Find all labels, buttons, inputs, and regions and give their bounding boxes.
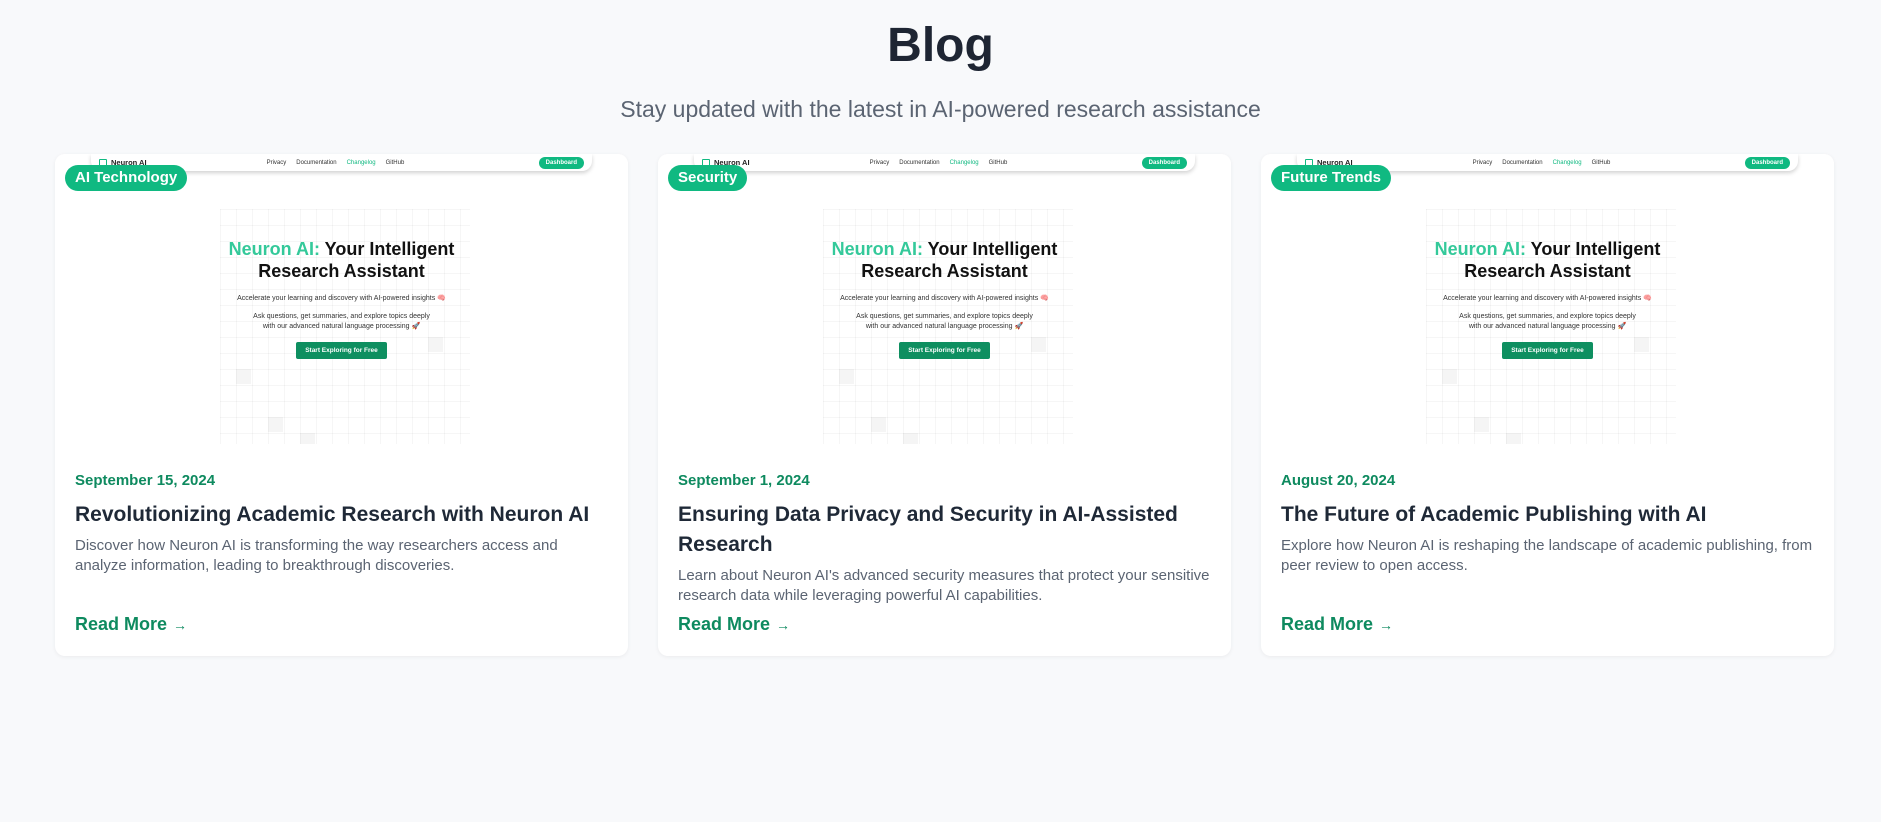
post-thumbnail[interactable]: Neuron AI Privacy Documentation Changelo… [658, 154, 1231, 444]
blog-post-card[interactable]: Neuron AI Privacy Documentation Changelo… [658, 154, 1231, 656]
thumbnail-cta-button: Start Exploring for Free [899, 342, 990, 359]
thumbnail-dashboard-button: Dashboard [1744, 156, 1790, 169]
post-excerpt: Discover how Neuron AI is transforming t… [75, 537, 558, 574]
thumbnail-hero-title: Neuron AI: Your Intelligent Research Ass… [1261, 238, 1834, 282]
thumbnail-hero-title-line2: Research Assistant [258, 261, 425, 281]
thumbnail-hero: Neuron AI: Your Intelligent Research Ass… [55, 238, 628, 359]
post-title[interactable]: The Future of Academic Publishing with A… [1281, 500, 1814, 530]
post-date: August 20, 2024 [1281, 472, 1396, 489]
post-thumbnail[interactable]: Neuron AI Privacy Documentation Changelo… [1261, 154, 1834, 444]
thumbnail-hero-description: Ask questions, get summaries, and explor… [253, 313, 430, 330]
thumbnail-cta-button: Start Exploring for Free [296, 342, 387, 359]
thumbnail-hero-title: Neuron AI: Your Intelligent Research Ass… [55, 238, 628, 282]
read-more-label: Read More [75, 614, 168, 634]
post-title[interactable]: Revolutionizing Academic Research with N… [75, 500, 608, 530]
thumbnail-hero-title-line2: Research Assistant [1464, 261, 1631, 281]
thumbnail-dashboard-button: Dashboard [538, 156, 584, 169]
thumbnail-hero-title-line1: Your Intelligent [324, 239, 455, 259]
arrow-right-icon: → [173, 616, 188, 633]
category-badge: Security [668, 165, 748, 191]
arrow-right-icon: → [1379, 616, 1394, 633]
thumbnail-nav-link: Changelog [1552, 159, 1582, 166]
thumbnail-hero-subtitle: Accelerate your learning and discovery w… [237, 295, 446, 302]
thumbnail-nav-link: GitHub [988, 159, 1008, 166]
post-thumbnail[interactable]: Neuron AI Privacy Documentation Changelo… [55, 154, 628, 444]
thumbnail-nav-links: Privacy Documentation Changelog GitHub [267, 160, 405, 166]
page-title: Blog [887, 19, 994, 72]
arrow-right-icon: → [776, 616, 791, 633]
read-more-link[interactable]: Read More → [678, 614, 790, 635]
thumbnail-dashboard-button: Dashboard [1141, 156, 1187, 169]
read-more-label: Read More [1281, 614, 1374, 634]
thumbnail-nav-link: Changelog [346, 159, 376, 166]
thumbnail-hero-title-line1: Your Intelligent [1530, 239, 1661, 259]
thumbnail-hero-accent: Neuron AI: [831, 239, 923, 259]
thumbnail-hero-title-line1: Your Intelligent [927, 239, 1058, 259]
category-badge: Future Trends [1271, 165, 1392, 191]
read-more-link[interactable]: Read More → [75, 614, 187, 635]
thumbnail-navbar: Neuron AI Privacy Documentation Changelo… [694, 154, 1195, 171]
thumbnail-cta-button: Start Exploring for Free [1502, 342, 1593, 359]
thumbnail-nav-link: Privacy [266, 159, 287, 166]
blog-post-card[interactable]: Neuron AI Privacy Documentation Changelo… [1261, 154, 1834, 656]
thumbnail-hero-title: Neuron AI: Your Intelligent Research Ass… [658, 238, 1231, 282]
thumbnail-hero-accent: Neuron AI: [228, 239, 320, 259]
blog-post-card[interactable]: Neuron AI Privacy Documentation Changelo… [55, 154, 628, 656]
thumbnail-nav-link: Documentation [296, 159, 337, 166]
thumbnail-nav-link: Documentation [899, 159, 940, 166]
thumbnail-nav-link: Changelog [949, 159, 979, 166]
post-date: September 15, 2024 [75, 472, 216, 489]
thumbnail-hero-description: Ask questions, get summaries, and explor… [856, 313, 1033, 330]
thumbnail-hero-description: Ask questions, get summaries, and explor… [1459, 313, 1636, 330]
thumbnail-hero-subtitle: Accelerate your learning and discovery w… [840, 295, 1049, 302]
thumbnail-nav-links: Privacy Documentation Changelog GitHub [870, 160, 1008, 166]
thumbnail-hero-title-line2: Research Assistant [861, 261, 1028, 281]
post-date: September 1, 2024 [678, 472, 810, 489]
thumbnail-hero-subtitle: Accelerate your learning and discovery w… [1443, 295, 1652, 302]
post-title[interactable]: Ensuring Data Privacy and Security in AI… [678, 500, 1211, 560]
thumbnail-hero: Neuron AI: Your Intelligent Research Ass… [1261, 238, 1834, 359]
thumbnail-nav-link: Privacy [1472, 159, 1493, 166]
read-more-link[interactable]: Read More → [1281, 614, 1393, 635]
thumbnail-hero: Neuron AI: Your Intelligent Research Ass… [658, 238, 1231, 359]
thumbnail-nav-link: GitHub [385, 159, 405, 166]
thumbnail-nav-link: Privacy [869, 159, 890, 166]
category-badge: AI Technology [65, 165, 188, 191]
thumbnail-nav-link: Documentation [1502, 159, 1543, 166]
post-excerpt: Learn about Neuron AI's advanced securit… [678, 567, 1210, 604]
thumbnail-nav-links: Privacy Documentation Changelog GitHub [1473, 160, 1611, 166]
read-more-label: Read More [678, 614, 771, 634]
page-subtitle: Stay updated with the latest in AI-power… [620, 96, 1261, 122]
blog-post-grid: Neuron AI Privacy Documentation Changelo… [55, 154, 1834, 656]
thumbnail-nav-link: GitHub [1591, 159, 1611, 166]
post-excerpt: Explore how Neuron AI is reshaping the l… [1281, 537, 1813, 574]
thumbnail-hero-accent: Neuron AI: [1434, 239, 1526, 259]
blog-header: Blog Stay updated with the latest in AI-… [0, 0, 1881, 123]
